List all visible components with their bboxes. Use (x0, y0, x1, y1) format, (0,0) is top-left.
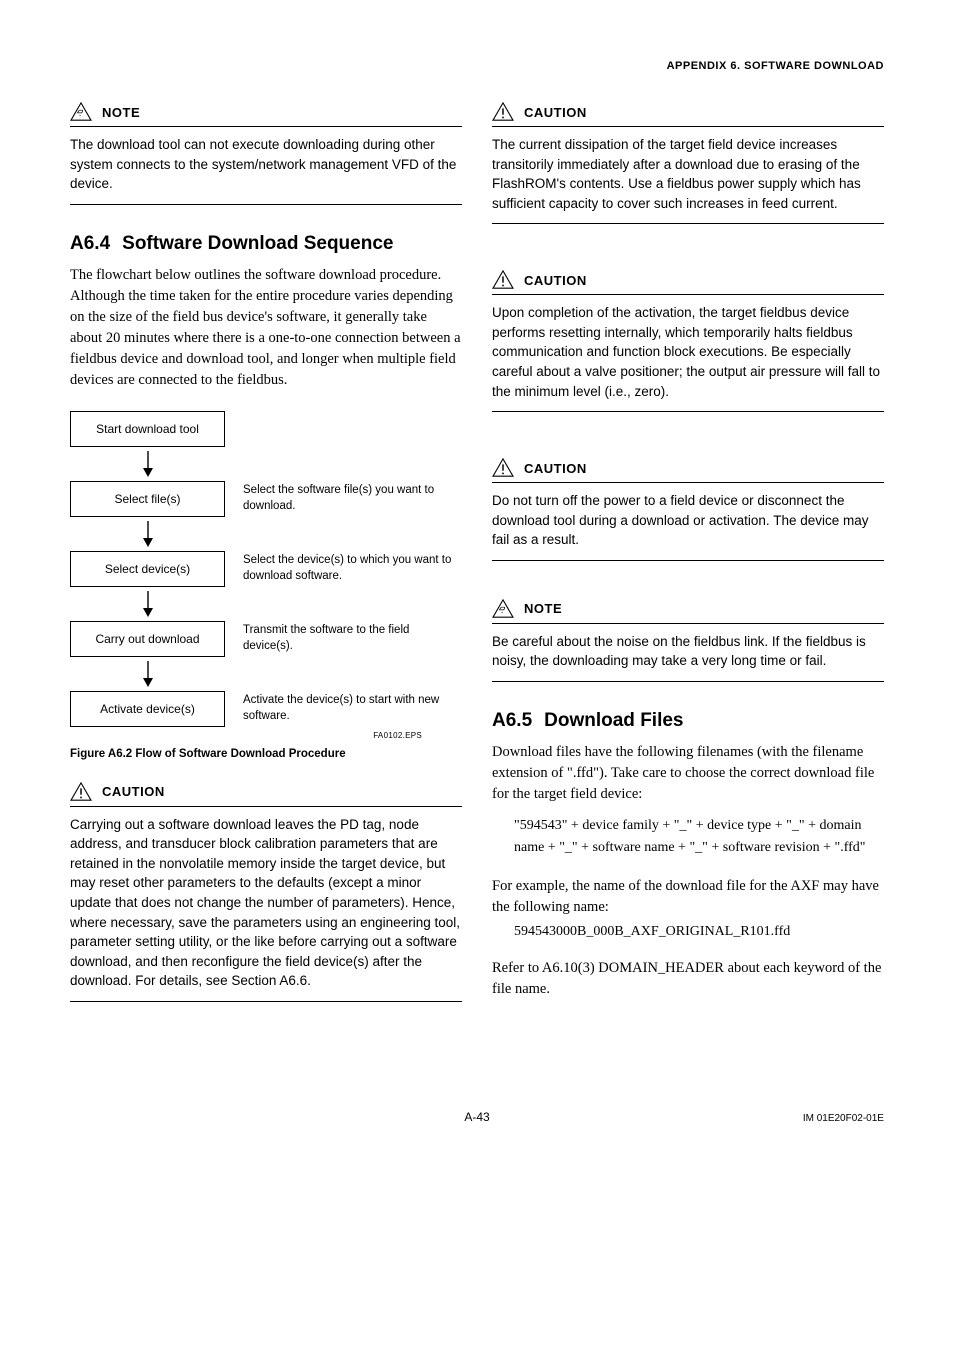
caution-icon (492, 270, 514, 290)
flow-step: Select file(s) Select the software file(… (70, 481, 462, 517)
callout-divider (492, 623, 884, 624)
note-callout-1: NOTE The download tool can not execute d… (70, 102, 462, 205)
section-number: A6.5 (492, 710, 532, 732)
note-header: NOTE (492, 599, 884, 619)
filename-format: "594543" + device family + "_" + device … (514, 815, 884, 858)
caution-icon (492, 458, 514, 478)
section-title: Download Files (544, 710, 683, 732)
flow-box-download: Carry out download (70, 621, 225, 657)
section-heading-a64: A6.4 Software Download Sequence (70, 233, 462, 255)
caution-title: CAUTION (102, 784, 165, 799)
flow-step: Select device(s) Select the device(s) to… (70, 551, 462, 587)
callout-divider (492, 294, 884, 295)
note-body: Be careful about the noise on the fieldb… (492, 632, 884, 671)
note-icon (492, 599, 514, 619)
document-id: IM 01E20F02-01E (613, 1113, 884, 1124)
a65-p1: Download files have the following filena… (492, 742, 884, 805)
caution-icon (70, 782, 92, 802)
appendix-header: APPENDIX 6. SOFTWARE DOWNLOAD (70, 60, 884, 72)
caution-body: Upon completion of the activation, the t… (492, 303, 884, 401)
caution-body: Carrying out a software download leaves … (70, 815, 462, 991)
note-body: The download tool can not execute downlo… (70, 135, 462, 194)
figure-caption: Figure A6.2 Flow of Software Download Pr… (70, 748, 462, 760)
caution-callout-1: CAUTION Carrying out a software download… (70, 782, 462, 1002)
caution-body: The current dissipation of the target fi… (492, 135, 884, 213)
flow-arrow (70, 517, 225, 551)
callout-divider (492, 681, 884, 682)
flow-desc: Activate the device(s) to start with new… (243, 693, 462, 724)
caution-header: CAUTION (70, 782, 462, 802)
caution-body: Do not turn off the power to a field dev… (492, 491, 884, 550)
caution-header: CAUTION (492, 458, 884, 478)
a65-p2: For example, the name of the download fi… (492, 876, 884, 918)
caution-callout-2: CAUTION The current dissipation of the t… (492, 102, 884, 224)
two-column-layout: NOTE The download tool can not execute d… (70, 102, 884, 1030)
callout-divider (70, 126, 462, 127)
section-heading-a65: A6.5 Download Files (492, 710, 884, 732)
caution-callout-4: CAUTION Do not turn off the power to a f… (492, 458, 884, 561)
flow-box-activate: Activate device(s) (70, 691, 225, 727)
note-title: NOTE (524, 601, 562, 616)
flow-arrow (70, 657, 225, 691)
section-title: Software Download Sequence (122, 233, 393, 255)
note-header: NOTE (70, 102, 462, 122)
caution-title: CAUTION (524, 461, 587, 476)
callout-divider (492, 482, 884, 483)
flowchart-reference: FA0102.EPS (70, 731, 462, 740)
filename-example: 594543000B_000B_AXF_ORIGINAL_R101.ffd (514, 924, 884, 940)
flow-desc: Transmit the software to the field devic… (243, 623, 462, 654)
right-column: CAUTION The current dissipation of the t… (492, 102, 884, 1030)
caution-title: CAUTION (524, 273, 587, 288)
flow-desc: Select the software file(s) you want to … (243, 483, 462, 514)
flow-arrow (70, 447, 225, 481)
callout-divider (492, 126, 884, 127)
callout-divider (70, 806, 462, 807)
callout-divider (492, 223, 884, 224)
flow-step: Carry out download Transmit the software… (70, 621, 462, 657)
flowchart: Start download tool Select file(s) Selec… (70, 411, 462, 740)
left-column: NOTE The download tool can not execute d… (70, 102, 462, 1030)
callout-divider (492, 560, 884, 561)
note-callout-2: NOTE Be careful about the noise on the f… (492, 599, 884, 682)
page-footer: A-43 IM 01E20F02-01E (70, 1110, 884, 1124)
flow-box-select-file: Select file(s) (70, 481, 225, 517)
flow-step: Start download tool (70, 411, 462, 447)
note-title: NOTE (102, 105, 140, 120)
caution-icon (492, 102, 514, 122)
caution-title: CAUTION (524, 105, 587, 120)
page-number: A-43 (341, 1110, 612, 1124)
caution-header: CAUTION (492, 102, 884, 122)
caution-header: CAUTION (492, 270, 884, 290)
section-intro: The flowchart below outlines the softwar… (70, 265, 462, 391)
flow-step: Activate device(s) Activate the device(s… (70, 691, 462, 727)
a65-p3: Refer to A6.10(3) DOMAIN_HEADER about ea… (492, 958, 884, 1000)
callout-divider (70, 1001, 462, 1002)
callout-divider (492, 411, 884, 412)
flow-box-start: Start download tool (70, 411, 225, 447)
flow-desc: Select the device(s) to which you want t… (243, 553, 462, 584)
section-number: A6.4 (70, 233, 110, 255)
callout-divider (70, 204, 462, 205)
flow-arrow (70, 587, 225, 621)
note-icon (70, 102, 92, 122)
caution-callout-3: CAUTION Upon completion of the activatio… (492, 270, 884, 412)
flow-box-select-device: Select device(s) (70, 551, 225, 587)
